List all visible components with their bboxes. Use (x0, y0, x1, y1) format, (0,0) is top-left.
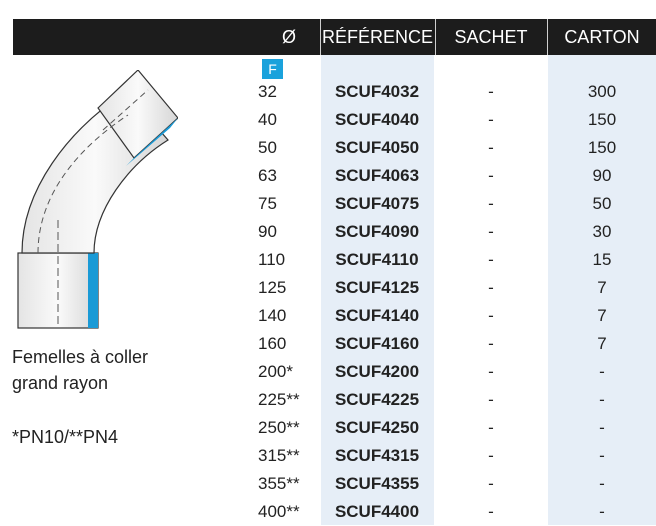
sachet-cell: - (488, 166, 494, 185)
diameter-cell: 90 (258, 222, 277, 241)
sachet-cell: - (488, 222, 494, 241)
reference-cell: SCUF4225 (334, 390, 420, 409)
female-badge: F (262, 59, 283, 79)
reference-cell: SCUF4090 (334, 222, 420, 241)
table-row: 140 SCUF4140 - 7 (0, 302, 656, 330)
carton-cell: - (599, 474, 605, 493)
reference-cell: SCUF4250 (334, 418, 420, 437)
table-row: 75 SCUF4075 - 50 (0, 190, 656, 218)
sachet-cell: - (488, 446, 494, 465)
diameter-cell: 32 (258, 82, 277, 101)
reference-cell: SCUF4315 (334, 446, 420, 465)
sachet-cell: - (488, 502, 494, 521)
sachet-cell: - (488, 110, 494, 129)
carton-cell: 7 (597, 306, 607, 325)
reference-cell: SCUF4140 (334, 306, 420, 325)
diameter-cell: 160 (258, 334, 287, 353)
table-row: 355** SCUF4355 - - (0, 470, 656, 498)
diameter-cell: 140 (258, 306, 287, 325)
carton-cell: - (599, 502, 605, 521)
carton-cell: 30 (592, 222, 612, 241)
reference-cell: SCUF4050 (334, 138, 420, 157)
sachet-cell: - (488, 82, 494, 101)
carton-cell: - (599, 418, 605, 437)
header-reference: RÉFÉRENCE (321, 27, 433, 47)
carton-cell: - (599, 446, 605, 465)
table-row: 63 SCUF4063 - 90 (0, 162, 656, 190)
reference-cell: SCUF4075 (334, 194, 420, 213)
carton-cell: 300 (587, 82, 617, 101)
reference-cell: SCUF4040 (334, 110, 420, 129)
diameter-cell: 225** (258, 390, 300, 409)
carton-cell: 7 (597, 278, 607, 297)
carton-cell: - (599, 362, 605, 381)
carton-cell: 150 (587, 110, 617, 129)
table-row: 250** SCUF4250 - - (0, 414, 656, 442)
sachet-cell: - (488, 194, 494, 213)
sachet-cell: - (488, 362, 494, 381)
table-row: 125 SCUF4125 - 7 (0, 274, 656, 302)
table-row: 315** SCUF4315 - - (0, 442, 656, 470)
table-row: 32 SCUF4032 - 300 (0, 78, 656, 106)
carton-cell: 90 (592, 166, 612, 185)
reference-cell: SCUF4110 (335, 250, 419, 269)
sachet-cell: - (488, 474, 494, 493)
table-row: 160 SCUF4160 - 7 (0, 330, 656, 358)
sachet-cell: - (488, 278, 494, 297)
sachet-cell: - (488, 390, 494, 409)
table-row: 200* SCUF4200 - - (0, 358, 656, 386)
diameter-cell: 110 (258, 250, 286, 269)
diameter-cell: 125 (258, 278, 287, 297)
carton-cell: 150 (587, 138, 617, 157)
sachet-cell: - (488, 250, 494, 269)
reference-cell: SCUF4032 (334, 82, 420, 101)
carton-cell: - (599, 390, 605, 409)
table-row: 225** SCUF4225 - - (0, 386, 656, 414)
table-row: 110 SCUF4110 - 15 (0, 246, 656, 274)
diameter-cell: 63 (258, 166, 277, 185)
diameter-cell: 50 (258, 138, 277, 157)
carton-cell: 50 (592, 194, 612, 213)
table-row: 400** SCUF4400 - - (0, 498, 656, 526)
header-sachet: SACHET (454, 27, 528, 47)
diameter-cell: 355** (258, 474, 300, 493)
table-row: 40 SCUF4040 - 150 (0, 106, 656, 134)
diameter-cell: 400** (258, 502, 300, 521)
diameter-cell: 250** (258, 418, 300, 437)
table-row: 90 SCUF4090 - 30 (0, 218, 656, 246)
sachet-cell: - (488, 418, 494, 437)
diameter-cell: 40 (258, 110, 277, 129)
header-carton: CARTON (564, 27, 640, 47)
table-row: 50 SCUF4050 - 150 (0, 134, 656, 162)
reference-cell: SCUF4200 (334, 362, 420, 381)
sachet-cell: - (488, 138, 494, 157)
sachet-cell: - (488, 334, 494, 353)
sachet-cell: - (488, 306, 494, 325)
carton-cell: 15 (592, 250, 612, 269)
diameter-cell: 75 (258, 194, 277, 213)
reference-cell: SCUF4063 (334, 166, 420, 185)
reference-cell: SCUF4160 (334, 334, 420, 353)
carton-cell: 7 (597, 334, 607, 353)
diameter-cell: 200* (258, 362, 293, 381)
reference-cell: SCUF4125 (334, 278, 420, 297)
reference-cell: SCUF4355 (334, 474, 420, 493)
diameter-cell: 315** (258, 446, 300, 465)
header-diameter: Ø (281, 27, 296, 47)
reference-cell: SCUF4400 (334, 502, 420, 521)
